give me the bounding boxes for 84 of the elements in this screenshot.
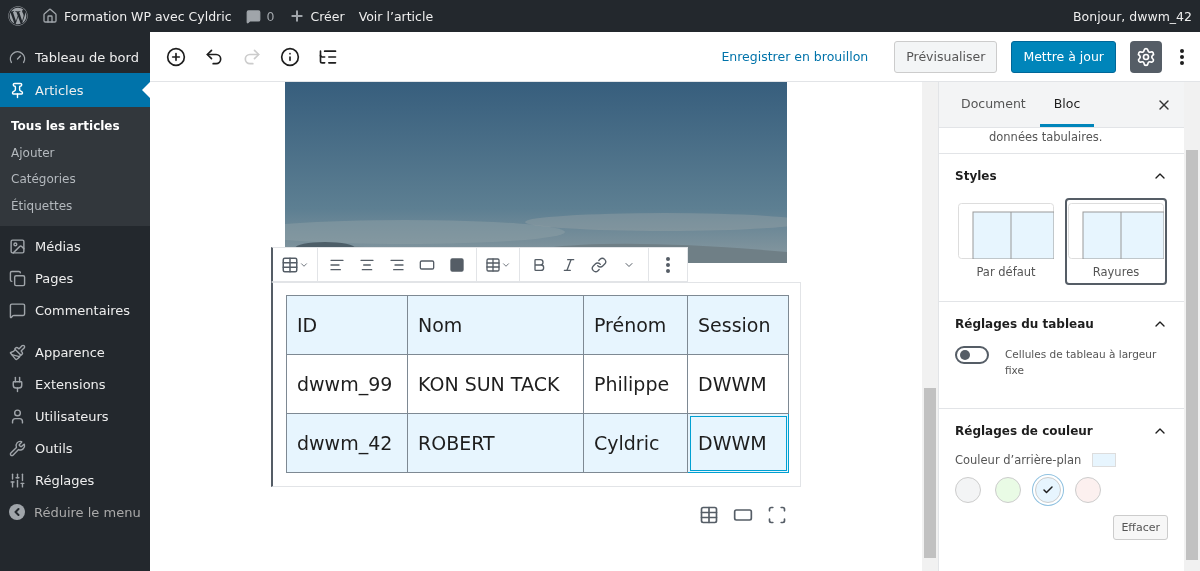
color-swatch[interactable] [955,477,981,503]
table-cell[interactable]: Philippe [583,354,688,414]
table-settings-toggle[interactable]: Réglages du tableau [955,316,1168,332]
undo-icon [204,46,224,67]
sidebar-item[interactable]: Extensions [0,368,150,400]
style-option[interactable]: Rayures [1065,198,1167,285]
panel-tab[interactable]: Bloc [1039,82,1095,127]
new-link[interactable]: Créer [310,8,345,24]
submenu-item[interactable]: Catégories [0,166,150,193]
scrollbar[interactable] [922,82,938,571]
link-icon [591,256,607,273]
table-cell[interactable]: ROBERT [407,413,584,473]
submenu-item[interactable]: Tous les articles [0,113,150,140]
panel-tab[interactable]: Document [947,82,1040,127]
table-cell[interactable]: KON SUN TACK [407,354,584,414]
image-icon [9,237,26,255]
sidebar-item[interactable]: Médias [0,230,150,262]
settings-button[interactable] [1130,40,1162,73]
gauge-icon [9,48,26,66]
image-frame-icon[interactable] [767,505,787,525]
block-description: données tabulaires. [939,128,1184,154]
table-cell[interactable]: ID [286,295,408,355]
table-preview-icon [958,203,1054,259]
person-icon [9,407,26,425]
plus-icon [288,8,305,24]
table-cell[interactable]: Nom [407,295,584,355]
table-icon[interactable] [699,505,719,525]
color-settings-toggle[interactable]: Réglages de couleur [955,423,1168,439]
table-cell[interactable]: Cyldric [583,413,688,473]
wrench-icon [9,439,26,457]
sidebar-item[interactable]: Outils [0,432,150,464]
comment-count[interactable]: 0 [266,8,275,24]
settings-icon [1136,46,1156,67]
table-icon [281,255,299,274]
sidebar-item[interactable]: Articles [0,73,150,107]
preview-button[interactable]: Prévisualiser [894,40,998,73]
sidebar-item[interactable]: Apparence [0,336,150,368]
view-article-link[interactable]: Voir l’article [358,8,434,24]
toggle-label: Cellules de tableau à largeur fixe [1005,347,1158,378]
table-preview-icon [1068,203,1164,259]
table-cell[interactable]: dwwm_42 [286,413,408,473]
sidebar-item[interactable]: Commentaires [0,294,150,326]
table-cell[interactable]: DWWM [687,354,789,414]
table-icon [485,256,501,273]
italic-icon [561,256,577,273]
filled-square-icon [449,256,465,273]
save-draft-link[interactable]: Enregistrer en brouillon [721,49,881,64]
sidebar-item[interactable]: Tableau de bord [0,41,150,73]
sidebar-item[interactable]: Réduire le menu [0,496,150,528]
vertical-dots-icon [666,256,670,273]
table-cell[interactable]: DWWM [687,413,789,473]
plus-circle-icon [166,46,186,67]
sliders-icon [9,471,26,489]
comment-icon [245,8,261,24]
wordpress-logo-icon[interactable] [8,6,28,26]
pin-icon [9,81,26,99]
scrollbar[interactable] [1184,82,1200,571]
speech-bubble-icon [9,301,26,319]
color-swatch[interactable] [1075,477,1101,503]
sidebar-item[interactable]: Utilisateurs [0,400,150,432]
table-cell[interactable]: Prénom [583,295,688,355]
table-cell[interactable]: Session [687,295,789,355]
paintbrush-icon [9,343,26,361]
greeting-link[interactable]: Bonjour, dwwm_42 [1073,8,1192,24]
color-swatch[interactable] [1035,477,1061,503]
submenu-item[interactable]: Ajouter [0,139,150,166]
submenu-item[interactable]: Étiquettes [0,192,150,219]
background-color-label: Couleur d’arrière-plan [955,453,1082,467]
sidebar-item[interactable]: Réglages [0,464,150,496]
vertical-dots-icon [1180,48,1184,65]
update-button[interactable]: Mettre à jour [1011,40,1116,73]
table-cell[interactable]: dwwm_99 [286,354,408,414]
color-swatch[interactable] [995,477,1021,503]
info-icon [280,46,300,67]
site-title-link[interactable]: Formation WP avec Cyldric [64,8,232,24]
redo-icon [242,46,262,67]
check-icon [1042,484,1054,496]
home-icon [42,8,58,24]
pages-icon [9,269,26,287]
styles-section-toggle[interactable]: Styles [955,168,1168,184]
clear-button[interactable]: Effacer [1113,515,1168,540]
bold-icon [531,256,547,273]
sidebar-item[interactable]: Pages [0,262,150,294]
fixed-width-toggle[interactable] [955,346,989,364]
